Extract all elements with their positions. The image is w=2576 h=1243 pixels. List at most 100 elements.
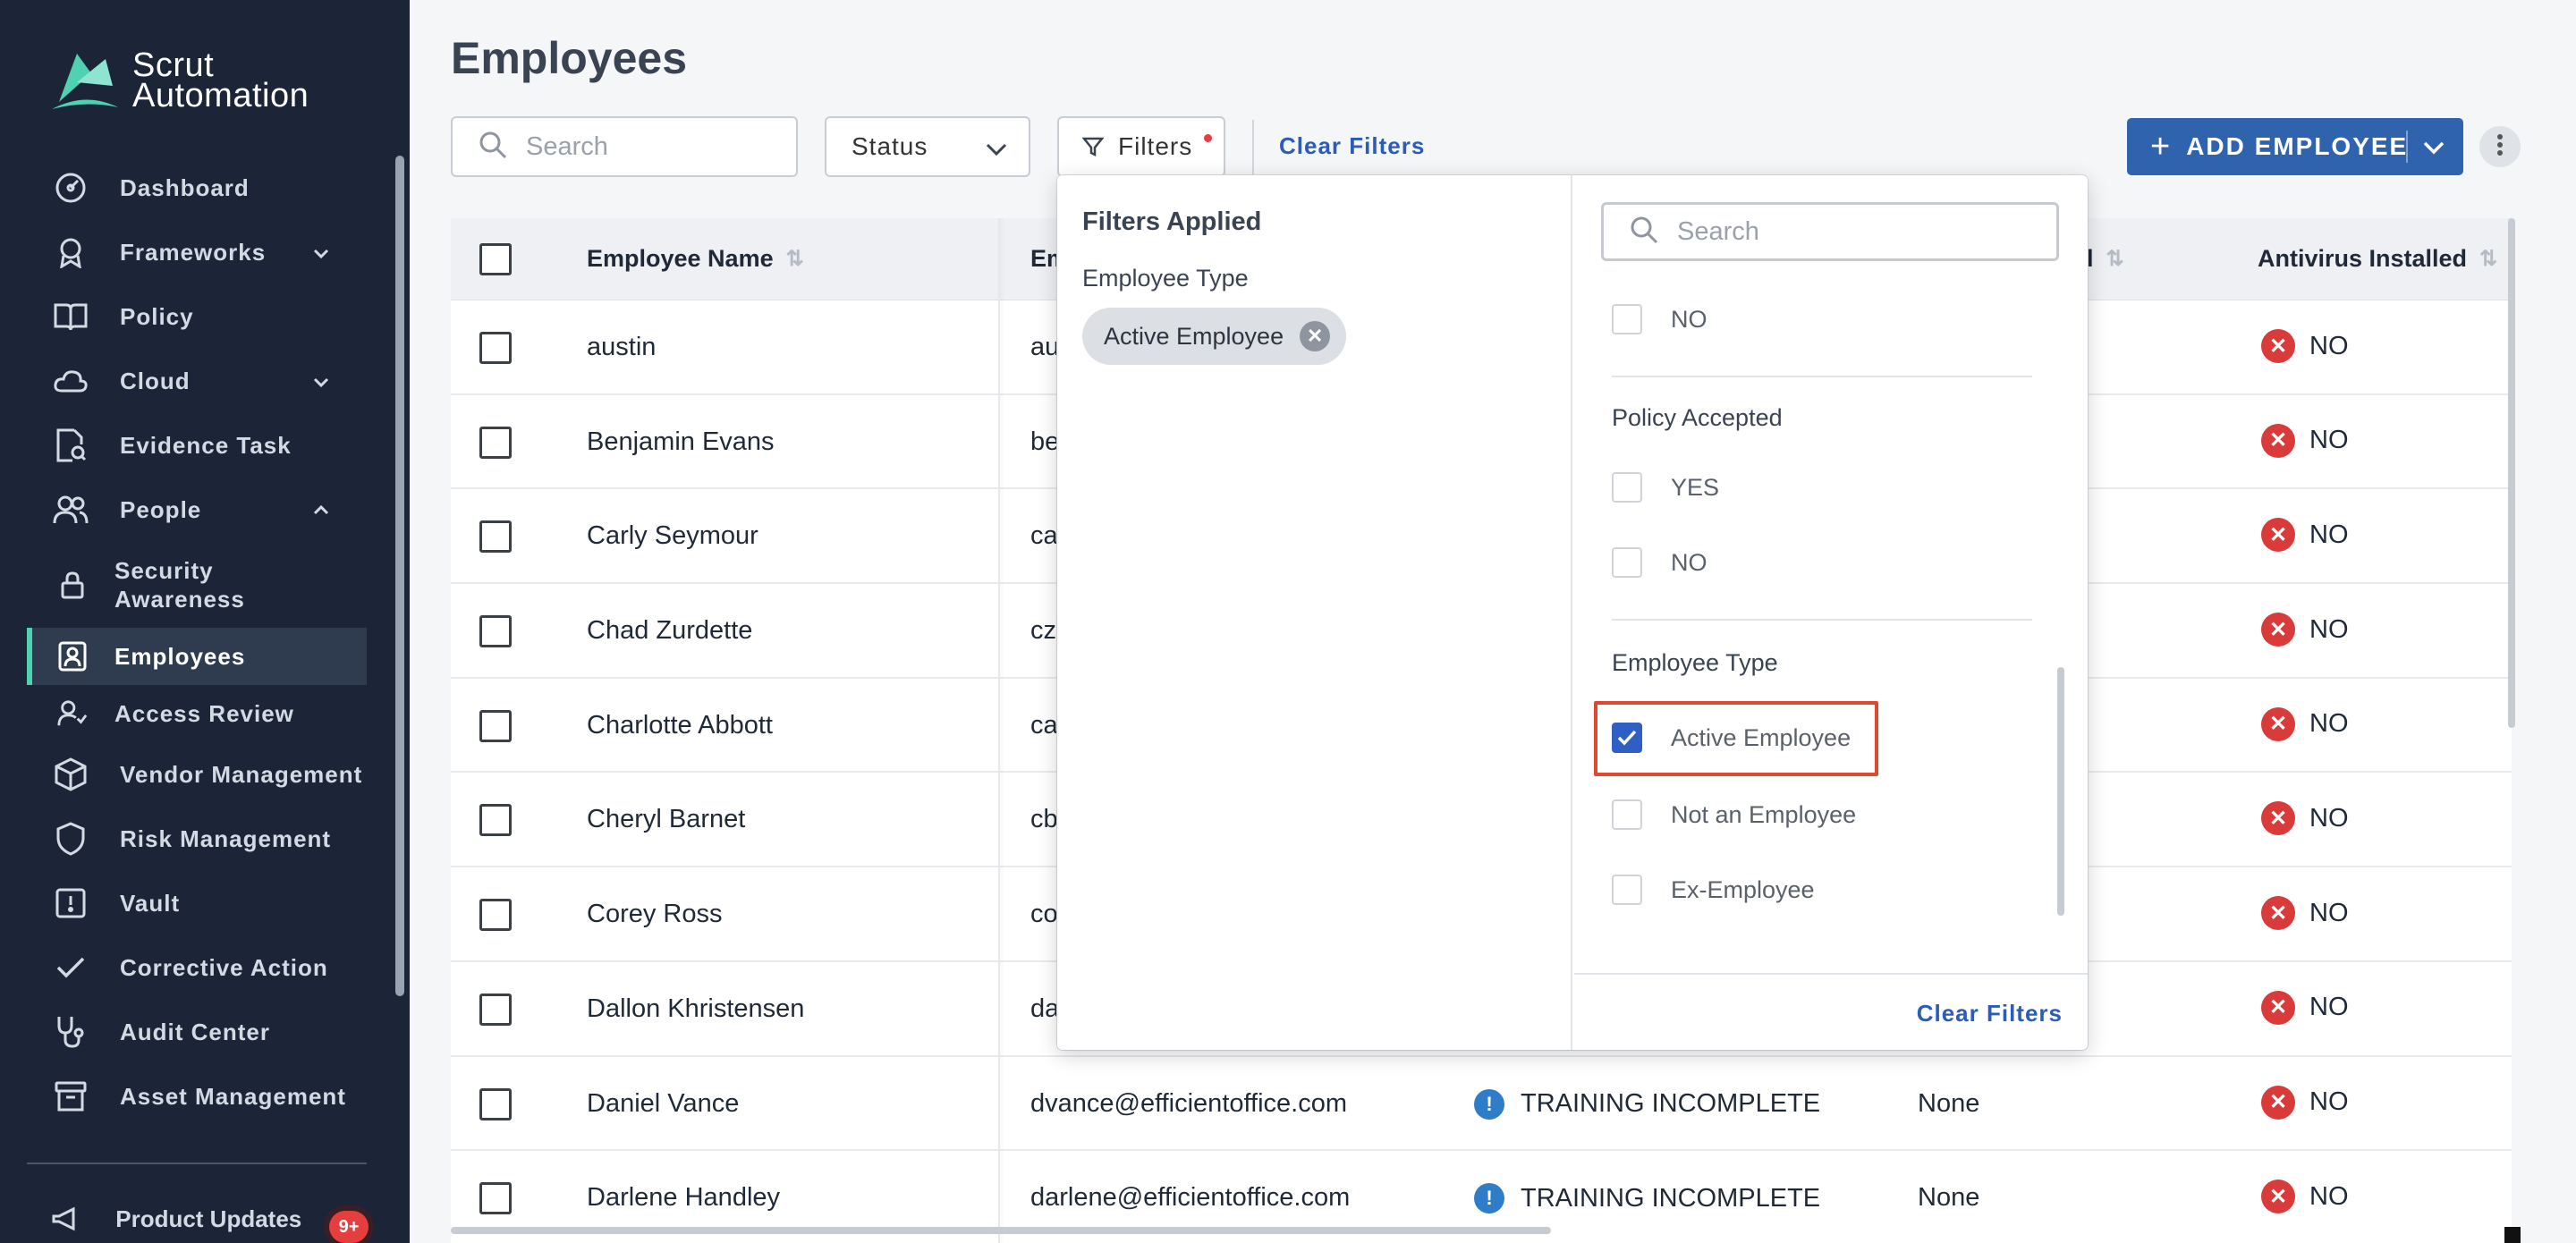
filter-search-field[interactable] <box>1601 202 2059 261</box>
employee-name[interactable]: Cheryl Barnet <box>587 805 745 834</box>
row-checkbox[interactable] <box>479 426 512 459</box>
sidebar-item-vault[interactable]: Vault <box>27 871 367 935</box>
filter-option-policy-yes[interactable]: YES <box>1612 472 1719 503</box>
filters-applied-title: Filters Applied <box>1082 207 1262 236</box>
sidebar-item-asset-management[interactable]: Asset Management <box>27 1064 367 1129</box>
employee-name[interactable]: Corey Ross <box>587 900 723 929</box>
sidebar-item-risk-management[interactable]: Risk Management <box>27 807 367 871</box>
employee-email: dvance@efficientoffice.com <box>1030 1088 1348 1118</box>
policy-status: None <box>1918 1183 1980 1213</box>
select-all-checkbox[interactable] <box>479 243 512 275</box>
employee-name[interactable]: Chad Zurdette <box>587 616 752 646</box>
cloud-icon <box>52 362 89 400</box>
sidebar-item-dashboard[interactable]: Dashboard <box>27 156 367 220</box>
antivirus-label: NO <box>2309 898 2349 927</box>
sidebar-item-frameworks[interactable]: Frameworks <box>27 220 367 284</box>
x-circle-icon: ✕ <box>2261 518 2295 553</box>
sidebar-item-vendor-management[interactable]: Vendor Management <box>27 742 367 807</box>
filters-button-label: Filters <box>1118 132 1193 160</box>
filter-option-policy-no[interactable]: NO <box>1612 547 1707 578</box>
checkbox[interactable] <box>1612 799 1642 830</box>
x-circle-icon: ✕ <box>2261 423 2295 458</box>
more-options-button[interactable] <box>2479 126 2521 167</box>
applied-filter-chip[interactable]: Active Employee ✕ <box>1082 308 1347 365</box>
add-employee-button[interactable]: + ADD EMPLOYEE <box>2127 118 2463 175</box>
sidebar-item-audit-center[interactable]: Audit Center <box>27 1000 367 1064</box>
sidebar-item-label: Vault <box>120 889 181 917</box>
row-checkbox[interactable] <box>479 1087 512 1120</box>
sidebar-item-product-updates[interactable]: Product Updates <box>52 1205 301 1233</box>
selection-highlight-box <box>1594 701 1878 776</box>
filter-search-input[interactable] <box>1677 216 2035 247</box>
sidebar-item-evidence-task[interactable]: Evidence Task <box>27 413 367 478</box>
sidebar-item-security-awareness[interactable]: Security Awareness <box>27 542 367 628</box>
sort-icon[interactable]: ⇅ <box>786 246 804 272</box>
row-checkbox[interactable] <box>479 709 512 742</box>
close-icon[interactable]: ✕ <box>1300 321 1331 351</box>
checkbox[interactable] <box>1612 547 1642 578</box>
column-header-antivirus[interactable]: Antivirus Installed ⇅ <box>2258 245 2497 273</box>
table-horizontal-scrollbar[interactable] <box>451 1227 1551 1234</box>
antivirus-status: ✕ NO <box>2261 1085 2349 1120</box>
employee-name[interactable]: Charlotte Abbott <box>587 711 773 740</box>
filter-options-scrollbar[interactable] <box>2057 667 2064 916</box>
row-checkbox[interactable] <box>479 993 512 1026</box>
chevron-down-icon[interactable] <box>311 370 331 398</box>
sort-icon[interactable]: ⇅ <box>2479 246 2497 272</box>
chevron-down-icon[interactable] <box>311 241 331 269</box>
employee-name[interactable]: Dallon Khristensen <box>587 994 804 1024</box>
shield-icon <box>52 820 89 858</box>
option-label: NO <box>1671 548 1707 576</box>
filter-option-ex-employee[interactable]: Ex-Employee <box>1612 875 1815 905</box>
filter-option-no[interactable]: NO <box>1612 304 1707 334</box>
employee-name[interactable]: Daniel Vance <box>587 1089 739 1119</box>
row-checkbox[interactable] <box>479 1182 512 1215</box>
chevron-down-icon[interactable] <box>2420 134 2447 167</box>
sidebar-item-label: Evidence Task <box>120 431 292 459</box>
sidebar-item-cloud[interactable]: Cloud <box>27 349 367 413</box>
sidebar-item-access-review[interactable]: Access Review <box>27 685 367 742</box>
training-status-label: TRAINING INCOMPLETE <box>1521 1089 1821 1118</box>
filters-button[interactable]: Filters <box>1057 116 1225 177</box>
sidebar-item-policy[interactable]: Policy <box>27 284 367 349</box>
sidebar-item-people[interactable]: People <box>27 478 367 542</box>
sidebar-item-corrective-action[interactable]: Corrective Action <box>27 935 367 1000</box>
clear-filters-link[interactable]: Clear Filters <box>1279 132 1425 160</box>
sidebar-item-label: Corrective Action <box>120 953 328 981</box>
row-checkbox[interactable] <box>479 520 512 554</box>
row-checkbox[interactable] <box>479 804 512 837</box>
checkbox[interactable] <box>1612 875 1642 905</box>
search-input[interactable] <box>526 131 776 162</box>
group-divider <box>1612 376 2032 377</box>
antivirus-label: NO <box>2309 426 2349 455</box>
search-field[interactable] <box>451 116 798 177</box>
employee-email: au <box>1030 333 1060 361</box>
table-vertical-scrollbar[interactable] <box>2508 218 2515 728</box>
checkbox[interactable] <box>1612 304 1642 334</box>
employee-name[interactable]: Darlene Handley <box>587 1183 780 1213</box>
brand-logo[interactable]: Scrut Automation <box>50 47 309 114</box>
employee-name[interactable]: Carly Seymour <box>587 521 758 551</box>
table-row[interactable]: Daniel Vance dvance@efficientoffice.com! T… <box>451 1057 2512 1152</box>
sidebar-item-label: Vendor Management <box>120 760 363 788</box>
chevron-up-icon[interactable] <box>311 499 331 527</box>
training-status: ! TRAINING INCOMPLETE <box>1474 1183 1820 1214</box>
filter-group-policy-accepted: Policy Accepted <box>1612 404 1783 431</box>
checkbox[interactable] <box>1612 472 1642 503</box>
clear-filters-button[interactable]: Clear Filters <box>1917 1000 2063 1027</box>
row-checkbox[interactable] <box>479 899 512 932</box>
x-circle-icon: ✕ <box>2261 613 2295 647</box>
sort-icon[interactable]: ⇅ <box>2106 246 2124 272</box>
antivirus-label: NO <box>2309 993 2349 1022</box>
header-divider <box>1252 120 1254 175</box>
employee-name[interactable]: austin <box>587 333 656 362</box>
row-checkbox[interactable] <box>479 332 512 364</box>
sidebar-scrollbar[interactable] <box>395 156 404 996</box>
filter-option-not-employee[interactable]: Not an Employee <box>1612 799 1856 830</box>
column-header-name[interactable]: Employee Name ⇅ <box>587 245 804 273</box>
row-checkbox[interactable] <box>479 615 512 648</box>
sidebar-item-employees[interactable]: Employees <box>27 628 367 685</box>
employee-name[interactable]: Benjamin Evans <box>587 427 775 457</box>
status-dropdown[interactable]: Status <box>825 116 1030 177</box>
lock-icon <box>57 566 88 604</box>
